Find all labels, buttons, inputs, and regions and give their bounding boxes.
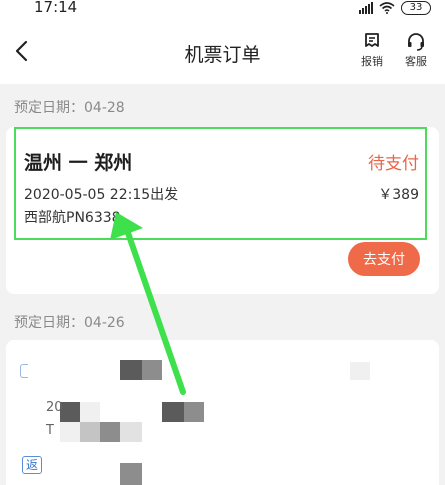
booking-date: 预定日期：04-28 [14, 100, 125, 116]
chevron-left-icon[interactable] [10, 36, 36, 66]
order-status: 待支付 [368, 154, 419, 174]
status-bar: 17:14 33 [0, 0, 445, 18]
obscured-text: 20 [46, 400, 63, 415]
status-icons: 33 [359, 0, 431, 16]
obscured-text: T [46, 423, 54, 438]
headset-icon [408, 33, 424, 51]
flight-route: 温州 一 郑州 [24, 152, 133, 174]
status-time: 17:14 [34, 0, 78, 16]
flight-number: 西部航PN6338 [24, 210, 121, 226]
reimburse-label: 报销 [361, 55, 383, 68]
pay-button[interactable]: 去支付 [348, 242, 420, 276]
signal-icon [359, 2, 373, 14]
customer-service-button[interactable]: 客服 [400, 32, 432, 69]
order-price: ￥389 [378, 187, 419, 203]
booking-date: 预定日期：04-26 [14, 315, 125, 331]
battery-icon: 33 [401, 1, 431, 15]
return-tag: 返 [22, 456, 42, 474]
header: 机票订单 报销 客服 [0, 18, 445, 84]
customer-service-label: 客服 [405, 55, 427, 68]
departure-time: 2020-05-05 22:15出发 [24, 187, 179, 203]
tag-outline [20, 364, 28, 378]
receipt-icon [365, 33, 379, 47]
wifi-icon [379, 2, 395, 14]
reimburse-button[interactable]: 报销 [356, 32, 388, 69]
